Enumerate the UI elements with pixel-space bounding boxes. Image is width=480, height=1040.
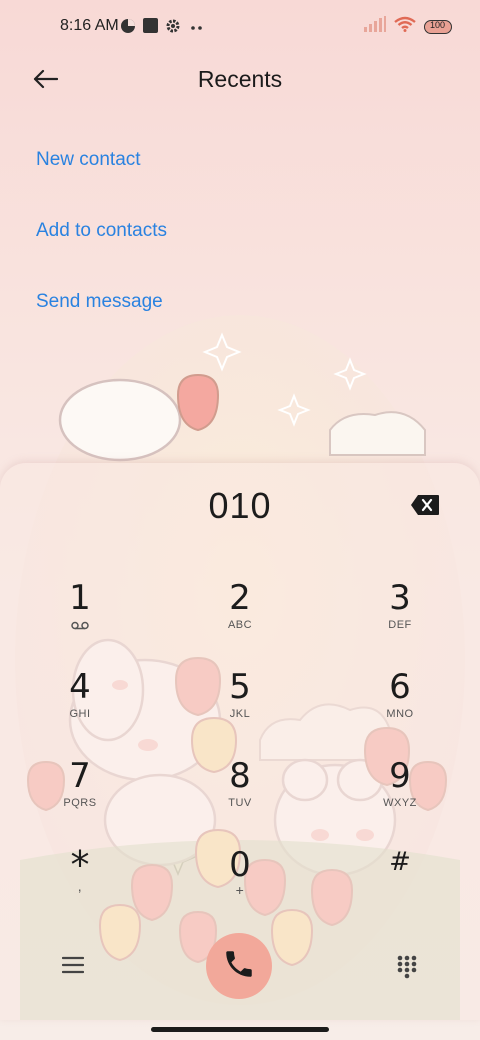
key-8[interactable]: 8 TUV [185, 757, 295, 827]
key-digit: 8 [229, 756, 251, 796]
key-2[interactable]: 2 ABC [185, 579, 295, 649]
phone-icon [222, 947, 256, 986]
key-star[interactable]: * , [25, 846, 135, 916]
app-notification-icon [143, 18, 158, 38]
status-bar: 8:16 AM 100 [0, 0, 480, 56]
key-letters: WXYZ [383, 797, 417, 809]
backspace-icon [410, 495, 440, 520]
dialpad-toggle-button[interactable] [397, 955, 417, 984]
home-indicator[interactable] [151, 1027, 329, 1032]
key-digit: 7 [69, 756, 91, 796]
battery-level: 100 [429, 19, 446, 30]
key-letters: MNO [386, 708, 414, 720]
hamburger-menu-icon [61, 956, 85, 979]
key-0[interactable]: 0 + [185, 846, 295, 916]
key-7[interactable]: 7 PQRS [25, 757, 135, 827]
key-digit: 1 [69, 578, 91, 618]
more-notifications-icon [190, 20, 204, 38]
key-letters: , [77, 878, 83, 894]
status-time: 8:16 AM [60, 17, 119, 34]
key-3[interactable]: 3 DEF [345, 579, 455, 649]
dialpad-grid-icon [397, 955, 417, 983]
new-contact-link[interactable]: New contact [36, 149, 141, 171]
key-digit: 6 [389, 667, 411, 707]
key-digit: 0 [229, 845, 251, 885]
key-6[interactable]: 6 MNO [345, 668, 455, 738]
key-4[interactable]: 4 GHI [25, 668, 135, 738]
key-letters: ABC [227, 619, 253, 631]
settings-gear-icon [165, 18, 181, 39]
battery-icon: 100 [424, 19, 452, 34]
page-title: Recents [197, 66, 283, 92]
key-letters: TUV [228, 797, 252, 809]
data-saver-icon [120, 18, 136, 39]
key-9[interactable]: 9 WXYZ [345, 757, 455, 827]
key-letters: DEF [388, 619, 412, 631]
key-letters: GHI [69, 708, 91, 720]
key-letters: PQRS [63, 797, 97, 809]
signal-icon [364, 16, 386, 37]
voicemail-icon [25, 621, 135, 633]
key-digit: 2 [229, 578, 251, 618]
key-1[interactable]: 1 [25, 579, 135, 649]
menu-button[interactable] [61, 955, 85, 980]
key-digit: 9 [389, 756, 411, 796]
dialed-number[interactable]: 010 [0, 485, 480, 527]
add-to-contacts-link[interactable]: Add to contacts [36, 220, 167, 242]
wifi-icon [394, 16, 416, 37]
key-digit: 5 [229, 667, 251, 707]
backspace-button[interactable] [410, 494, 442, 518]
key-5[interactable]: 5 JKL [185, 668, 295, 738]
key-letters: + [235, 882, 245, 898]
key-digit: 3 [389, 578, 411, 618]
call-button[interactable] [206, 933, 272, 999]
key-hash[interactable]: # [345, 846, 455, 916]
key-letters: JKL [229, 708, 251, 720]
key-digit: # [389, 847, 411, 877]
key-digit: 4 [69, 667, 91, 707]
